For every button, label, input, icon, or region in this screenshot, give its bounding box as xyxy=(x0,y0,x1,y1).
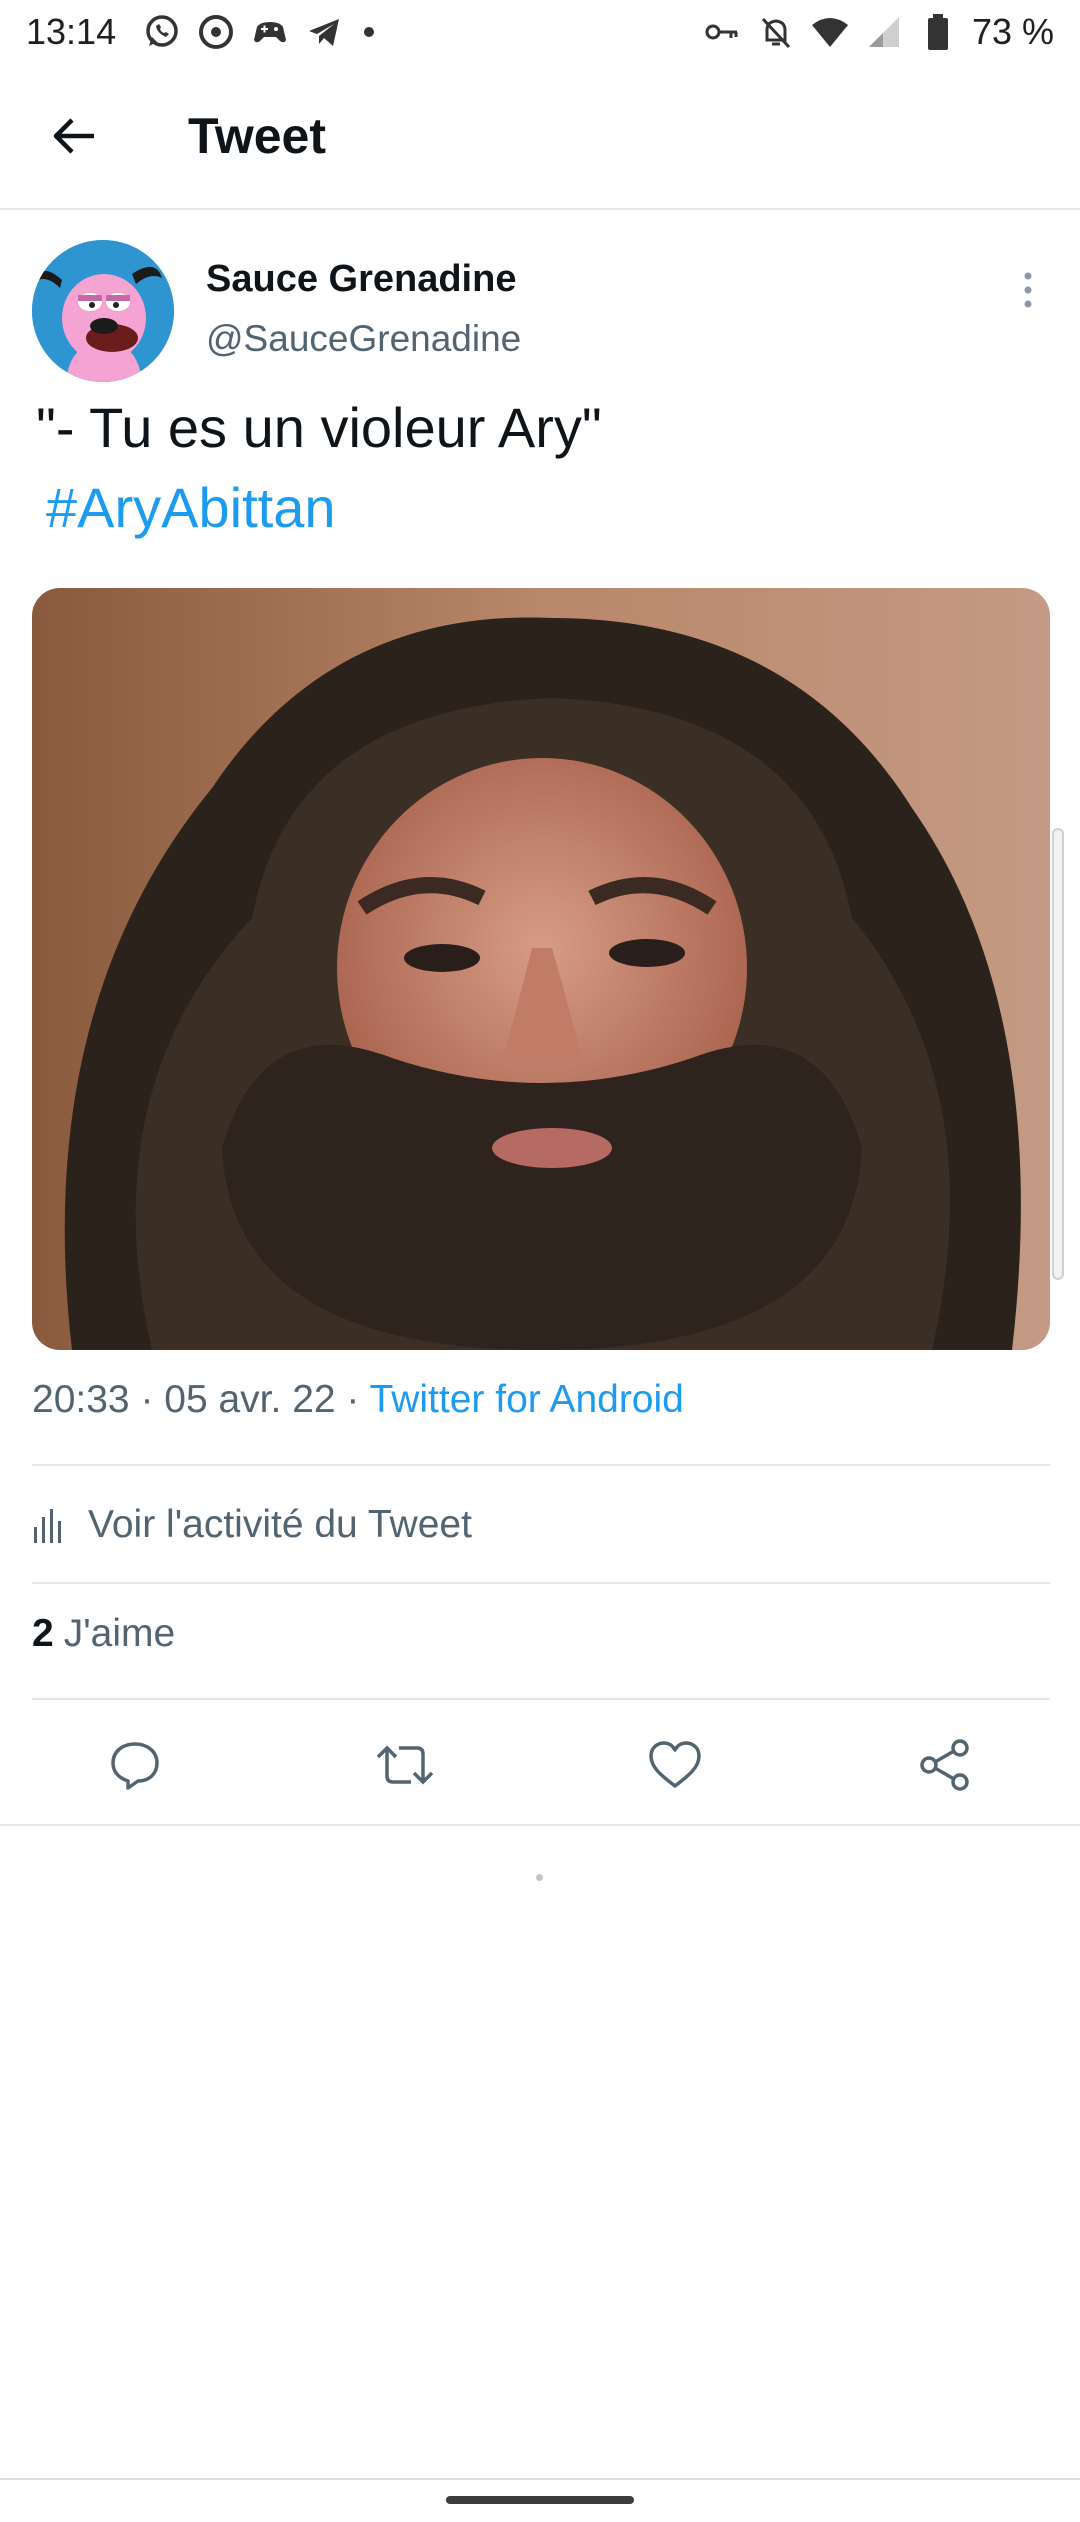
app-header: Tweet xyxy=(0,64,1080,210)
vpn-key-icon xyxy=(702,12,742,52)
reply-icon xyxy=(111,1742,159,1790)
whatsapp-icon xyxy=(142,12,182,52)
scrollbar[interactable] xyxy=(1052,828,1064,1280)
wifi-icon xyxy=(810,12,850,52)
divider xyxy=(32,1698,1050,1700)
game-controller-icon xyxy=(250,12,290,52)
tweet-actions xyxy=(0,1710,1080,1820)
likes-number: 2 xyxy=(32,1612,54,1655)
status-bar-left: 13:14 xyxy=(26,11,375,53)
tweet-date: 05 avr. 22 xyxy=(164,1378,336,1421)
avatar[interactable] xyxy=(32,240,174,382)
retweet-button[interactable] xyxy=(370,1730,440,1800)
more-options-button[interactable] xyxy=(1008,260,1048,320)
tweet-source-link[interactable]: Twitter for Android xyxy=(370,1378,684,1421)
tweet-text: "- Tu es un violeur Ary" #AryAbittan xyxy=(36,388,1046,548)
tweet-meta: 20:33 · 05 avr. 22 · Twitter for Android xyxy=(32,1378,684,1422)
back-button[interactable] xyxy=(34,96,114,176)
likes-label: J'aime xyxy=(63,1612,176,1655)
meta-separator: · xyxy=(129,1378,165,1421)
analytics-icon xyxy=(32,1505,68,1545)
author-handle[interactable]: @SauceGrenadine xyxy=(206,318,521,360)
tweet-author: Sauce Grenadine @SauceGrenadine xyxy=(32,240,1048,390)
tweet-media-image[interactable] xyxy=(32,588,1050,1350)
status-bar-right: 73 % xyxy=(702,11,1054,53)
home-gesture-handle[interactable] xyxy=(446,2496,634,2504)
telegram-icon xyxy=(304,12,344,52)
arrow-left-icon xyxy=(53,118,94,154)
page-title: Tweet xyxy=(188,108,326,164)
signal-icon xyxy=(864,12,904,52)
divider xyxy=(0,1824,1080,1826)
battery-icon xyxy=(918,12,958,52)
tweet-time: 20:33 xyxy=(32,1378,130,1421)
app-circle-icon xyxy=(196,12,236,52)
loading-indicator xyxy=(536,1874,543,1881)
status-time: 13:14 xyxy=(26,11,117,52)
system-nav-bar xyxy=(0,2478,1080,2522)
more-dot-icon xyxy=(364,27,375,37)
status-bar: 13:14 73 % xyxy=(0,0,1080,64)
meta-separator: · xyxy=(335,1378,370,1421)
divider xyxy=(32,1464,1050,1466)
like-button[interactable] xyxy=(640,1730,710,1800)
likes-count[interactable]: 2 J'aime xyxy=(32,1612,175,1656)
divider xyxy=(32,1582,1050,1584)
share-icon xyxy=(920,1739,969,1791)
more-vertical-icon xyxy=(1024,272,1032,308)
author-name[interactable]: Sauce Grenadine xyxy=(206,258,516,301)
share-button[interactable] xyxy=(910,1730,980,1800)
notifications-off-icon xyxy=(756,12,796,52)
tweet-body: "- Tu es un violeur Ary" xyxy=(36,396,602,459)
hashtag-link[interactable]: #AryAbittan xyxy=(46,468,1046,548)
like-icon xyxy=(649,1741,701,1788)
battery-percent: 73 % xyxy=(971,11,1054,52)
retweet-icon xyxy=(376,1745,434,1785)
tweet-activity-label: Voir l'activité du Tweet xyxy=(88,1503,472,1546)
reply-button[interactable] xyxy=(100,1730,170,1800)
tweet-activity-button[interactable]: Voir l'activité du Tweet xyxy=(32,1496,472,1554)
